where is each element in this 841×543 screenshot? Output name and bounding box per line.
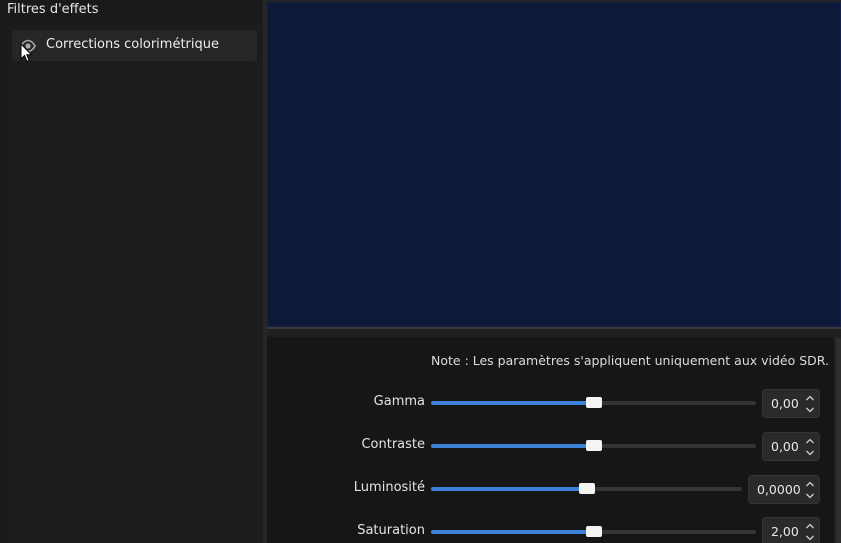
spin-arrows-icon[interactable] [804, 478, 816, 502]
panel-title: Filtres d'effets [7, 2, 99, 17]
spin-arrows-icon[interactable] [804, 435, 816, 459]
effect-filters-panel: Filtres d'effets Corrections colorimétri… [0, 0, 263, 543]
saturation-value: 2,00 [771, 524, 799, 539]
brightness-label: Luminosité [353, 480, 425, 495]
brightness-slider-fill [431, 487, 587, 491]
contrast-value: 0,00 [771, 439, 799, 454]
brightness-spinbox[interactable]: 0,0000 [748, 475, 820, 504]
mouse-cursor-icon [20, 43, 33, 63]
saturation-label: Saturation [357, 523, 425, 538]
saturation-slider-fill [431, 530, 594, 534]
saturation-spinbox[interactable]: 2,00 [762, 517, 820, 543]
spin-arrows-icon[interactable] [804, 392, 816, 416]
contrast-slider-handle[interactable] [586, 440, 602, 451]
gamma-spinbox[interactable]: 0,00 [762, 389, 820, 418]
gamma-slider[interactable] [431, 397, 756, 408]
gamma-label: Gamma [373, 394, 425, 409]
gamma-value: 0,00 [771, 396, 799, 411]
saturation-slider-handle[interactable] [586, 526, 602, 537]
app-window: Filtres d'effets Corrections colorimétri… [0, 0, 841, 543]
contrast-label: Contraste [361, 437, 425, 452]
contrast-slider[interactable] [431, 440, 756, 451]
filter-item-color-correction[interactable]: Corrections colorimétrique [12, 30, 257, 61]
sdr-note: Note : Les paramètres s'appliquent uniqu… [431, 353, 830, 368]
contrast-slider-fill [431, 444, 594, 448]
gamma-slider-fill [431, 401, 594, 405]
scrollbar-thumb[interactable] [836, 338, 841, 543]
brightness-slider[interactable] [431, 483, 742, 494]
saturation-slider[interactable] [431, 526, 756, 537]
filter-list: Corrections colorimétrique [8, 24, 263, 543]
brightness-value: 0,0000 [757, 482, 801, 497]
video-preview [267, 2, 841, 327]
spin-arrows-icon[interactable] [804, 520, 816, 543]
filter-item-label: Corrections colorimétrique [46, 37, 219, 52]
contrast-spinbox[interactable]: 0,00 [762, 432, 820, 461]
gamma-slider-handle[interactable] [586, 397, 602, 408]
brightness-slider-handle[interactable] [579, 483, 595, 494]
